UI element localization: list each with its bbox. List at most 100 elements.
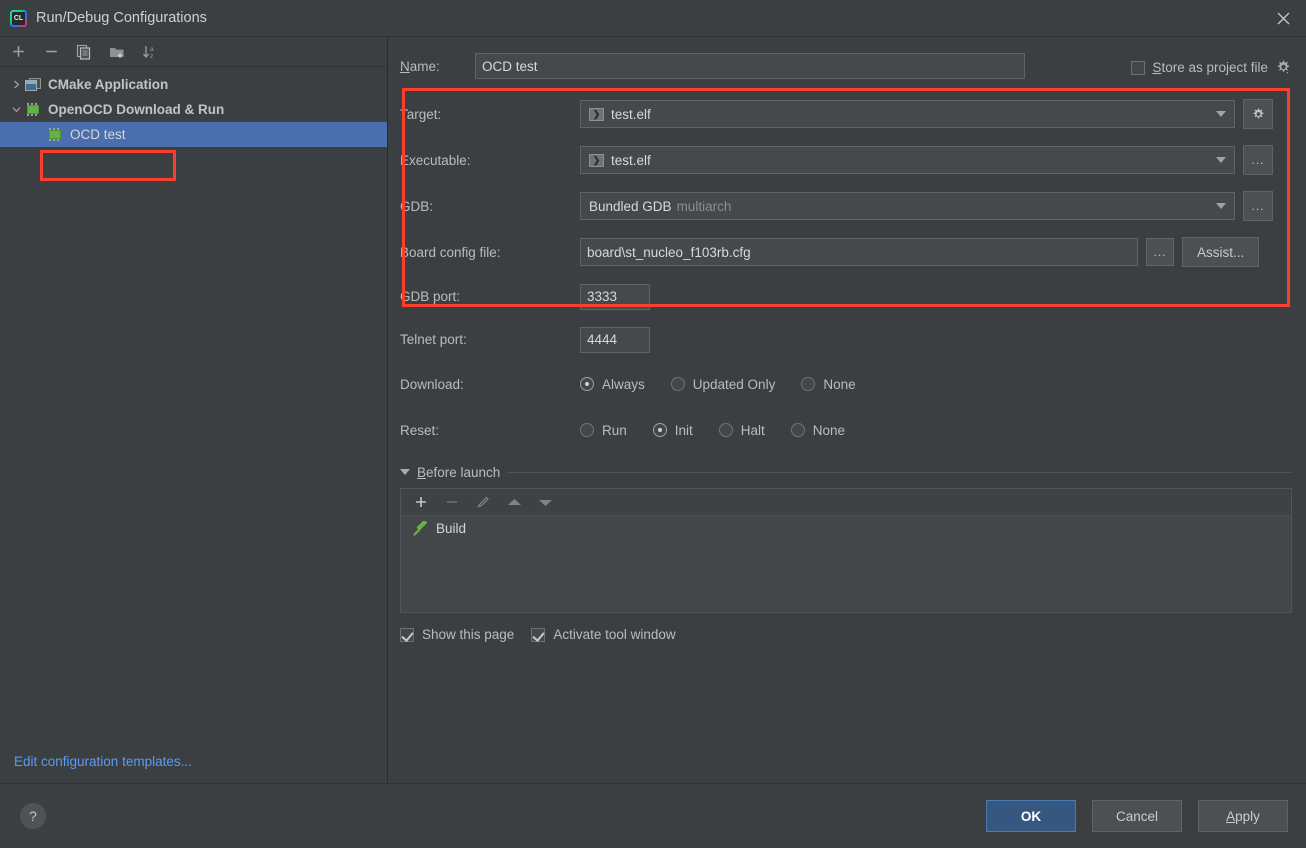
reset-label: Reset: bbox=[400, 422, 440, 438]
executable-browse-button[interactable]: ... bbox=[1243, 145, 1273, 175]
edit-configuration-templates-link[interactable]: Edit configuration templates... bbox=[0, 754, 387, 783]
reset-row: Reset: Run Init Halt None bbox=[400, 407, 1306, 453]
executable-label: Executable: bbox=[400, 152, 471, 168]
radio-icon[interactable] bbox=[580, 377, 594, 391]
sidebar-item-ocd-test[interactable]: OCD test bbox=[0, 122, 387, 147]
executable-icon: ❯ bbox=[589, 153, 604, 167]
before-launch-title: Before launch bbox=[417, 465, 501, 480]
target-row: Target: ❯ test.elf bbox=[400, 91, 1306, 137]
highlight-box-tree bbox=[40, 150, 176, 181]
download-option-none[interactable]: None bbox=[801, 377, 856, 392]
radio-icon[interactable] bbox=[670, 377, 685, 391]
show-this-page-row[interactable]: Show this page bbox=[400, 627, 514, 642]
gdb-browse-button[interactable]: ... bbox=[1243, 191, 1273, 221]
chevron-down-icon[interactable] bbox=[8, 101, 25, 118]
configuration-editor: Name: Store as project file Target: ❯ bbox=[388, 37, 1306, 783]
gdb-row: GDB: Bundled GDB multiarch ... bbox=[400, 183, 1306, 229]
before-launch-toolbar bbox=[401, 489, 1291, 516]
microchip-icon bbox=[47, 127, 65, 143]
section-divider bbox=[507, 472, 1292, 473]
reset-option-halt[interactable]: Halt bbox=[718, 423, 765, 438]
move-task-down-button[interactable] bbox=[537, 494, 553, 510]
board-config-assist-button[interactable]: Assist... bbox=[1182, 237, 1260, 267]
help-button[interactable]: ? bbox=[20, 803, 46, 829]
radio-label: Always bbox=[602, 376, 645, 392]
target-combobox[interactable]: ❯ test.elf bbox=[580, 100, 1235, 128]
radio-icon[interactable] bbox=[790, 423, 805, 437]
board-config-label: Board config file: bbox=[400, 244, 501, 260]
dialog-footer: ? OK Cancel Apply bbox=[0, 784, 1306, 848]
copy-configuration-button[interactable] bbox=[74, 42, 94, 62]
radio-label: Init bbox=[674, 422, 693, 438]
gdb-port-row: GDB port: bbox=[400, 275, 1306, 318]
add-configuration-button[interactable] bbox=[8, 42, 28, 62]
radio-icon[interactable] bbox=[652, 423, 667, 437]
store-as-project-file-checkbox[interactable] bbox=[1131, 60, 1146, 75]
close-icon[interactable] bbox=[1260, 0, 1306, 36]
radio-icon[interactable] bbox=[718, 423, 733, 437]
title-bar: Run/Debug Configurations bbox=[0, 0, 1306, 36]
reset-option-init[interactable]: Init bbox=[652, 422, 693, 438]
reset-option-none[interactable]: None bbox=[790, 422, 846, 438]
tree-item-label: OCD test bbox=[70, 127, 126, 142]
download-option-updated-only[interactable]: Updated Only bbox=[670, 377, 775, 392]
ok-button[interactable]: OK bbox=[986, 800, 1076, 832]
executable-icon: ❯ bbox=[589, 107, 604, 121]
apply-button[interactable]: Apply bbox=[1198, 800, 1288, 832]
tree-item-label: CMake Application bbox=[48, 77, 169, 92]
radio-icon[interactable] bbox=[580, 423, 594, 437]
activate-tool-window-checkbox[interactable] bbox=[531, 627, 546, 642]
remove-configuration-button[interactable] bbox=[41, 42, 61, 62]
board-config-input[interactable] bbox=[580, 238, 1138, 266]
move-task-up-button[interactable] bbox=[506, 494, 522, 510]
download-row: Download: Always Updated Only None bbox=[400, 361, 1306, 407]
executable-combobox[interactable]: ❯ test.elf bbox=[580, 146, 1235, 174]
before-launch-header[interactable]: Before launch bbox=[400, 465, 1306, 480]
radio-label: None bbox=[812, 422, 846, 438]
name-input[interactable] bbox=[475, 53, 1025, 79]
chevron-down-icon[interactable] bbox=[1208, 101, 1234, 127]
sort-configurations-button[interactable]: a z bbox=[140, 42, 160, 62]
executable-value: test.elf bbox=[611, 152, 651, 168]
chevron-right-icon[interactable] bbox=[8, 76, 25, 93]
target-settings-button[interactable] bbox=[1243, 99, 1273, 129]
download-option-always[interactable]: Always bbox=[580, 377, 645, 392]
hammer-icon bbox=[413, 519, 428, 536]
tree-group-openocd-download-run[interactable]: OpenOCD Download & Run bbox=[0, 97, 387, 122]
chevron-down-icon[interactable] bbox=[1208, 193, 1234, 219]
store-as-project-file-label: Store as project file bbox=[1152, 60, 1268, 75]
reset-option-run[interactable]: Run bbox=[580, 423, 627, 438]
tree-item-label: OpenOCD Download & Run bbox=[48, 102, 225, 117]
dialog-buttons: OK Cancel Apply bbox=[986, 800, 1288, 832]
svg-text:z: z bbox=[150, 53, 153, 60]
sidebar-toolbar: a z bbox=[0, 37, 387, 67]
gdb-combobox[interactable]: Bundled GDB multiarch bbox=[580, 192, 1235, 220]
radio-label: Run bbox=[602, 422, 627, 438]
chevron-down-icon[interactable] bbox=[1208, 147, 1234, 173]
target-value: test.elf bbox=[611, 106, 651, 122]
activate-tool-window-row[interactable]: Activate tool window bbox=[531, 627, 676, 642]
gear-dropdown-icon[interactable] bbox=[1275, 59, 1292, 76]
gdb-label: GDB: bbox=[400, 198, 434, 214]
add-task-button[interactable] bbox=[413, 494, 429, 510]
microchip-icon bbox=[25, 102, 43, 118]
show-this-page-checkbox[interactable] bbox=[400, 627, 414, 642]
telnet-port-input[interactable] bbox=[580, 326, 650, 353]
name-label: Name: bbox=[400, 58, 440, 74]
remove-task-button[interactable] bbox=[444, 494, 460, 510]
edit-task-button[interactable] bbox=[475, 494, 491, 510]
list-item[interactable]: Build bbox=[401, 516, 1291, 540]
save-configuration-button[interactable] bbox=[107, 42, 127, 62]
cancel-button[interactable]: Cancel bbox=[1092, 800, 1182, 832]
dialog-body: a z CMake Application OpenOCD Download &… bbox=[0, 37, 1306, 783]
clion-logo-icon bbox=[10, 9, 27, 27]
store-as-project-file-row[interactable]: Store as project file bbox=[1131, 59, 1292, 76]
radio-icon[interactable] bbox=[801, 377, 816, 391]
window-title: Run/Debug Configurations bbox=[36, 10, 207, 26]
tree-group-cmake-application[interactable]: CMake Application bbox=[0, 72, 387, 97]
download-label: Download: bbox=[400, 376, 464, 392]
before-launch-task-list[interactable]: Build bbox=[401, 516, 1291, 612]
gdb-port-input[interactable] bbox=[580, 283, 650, 310]
board-config-browse-button[interactable]: ... bbox=[1146, 238, 1174, 266]
triangle-down-icon[interactable] bbox=[400, 469, 410, 476]
